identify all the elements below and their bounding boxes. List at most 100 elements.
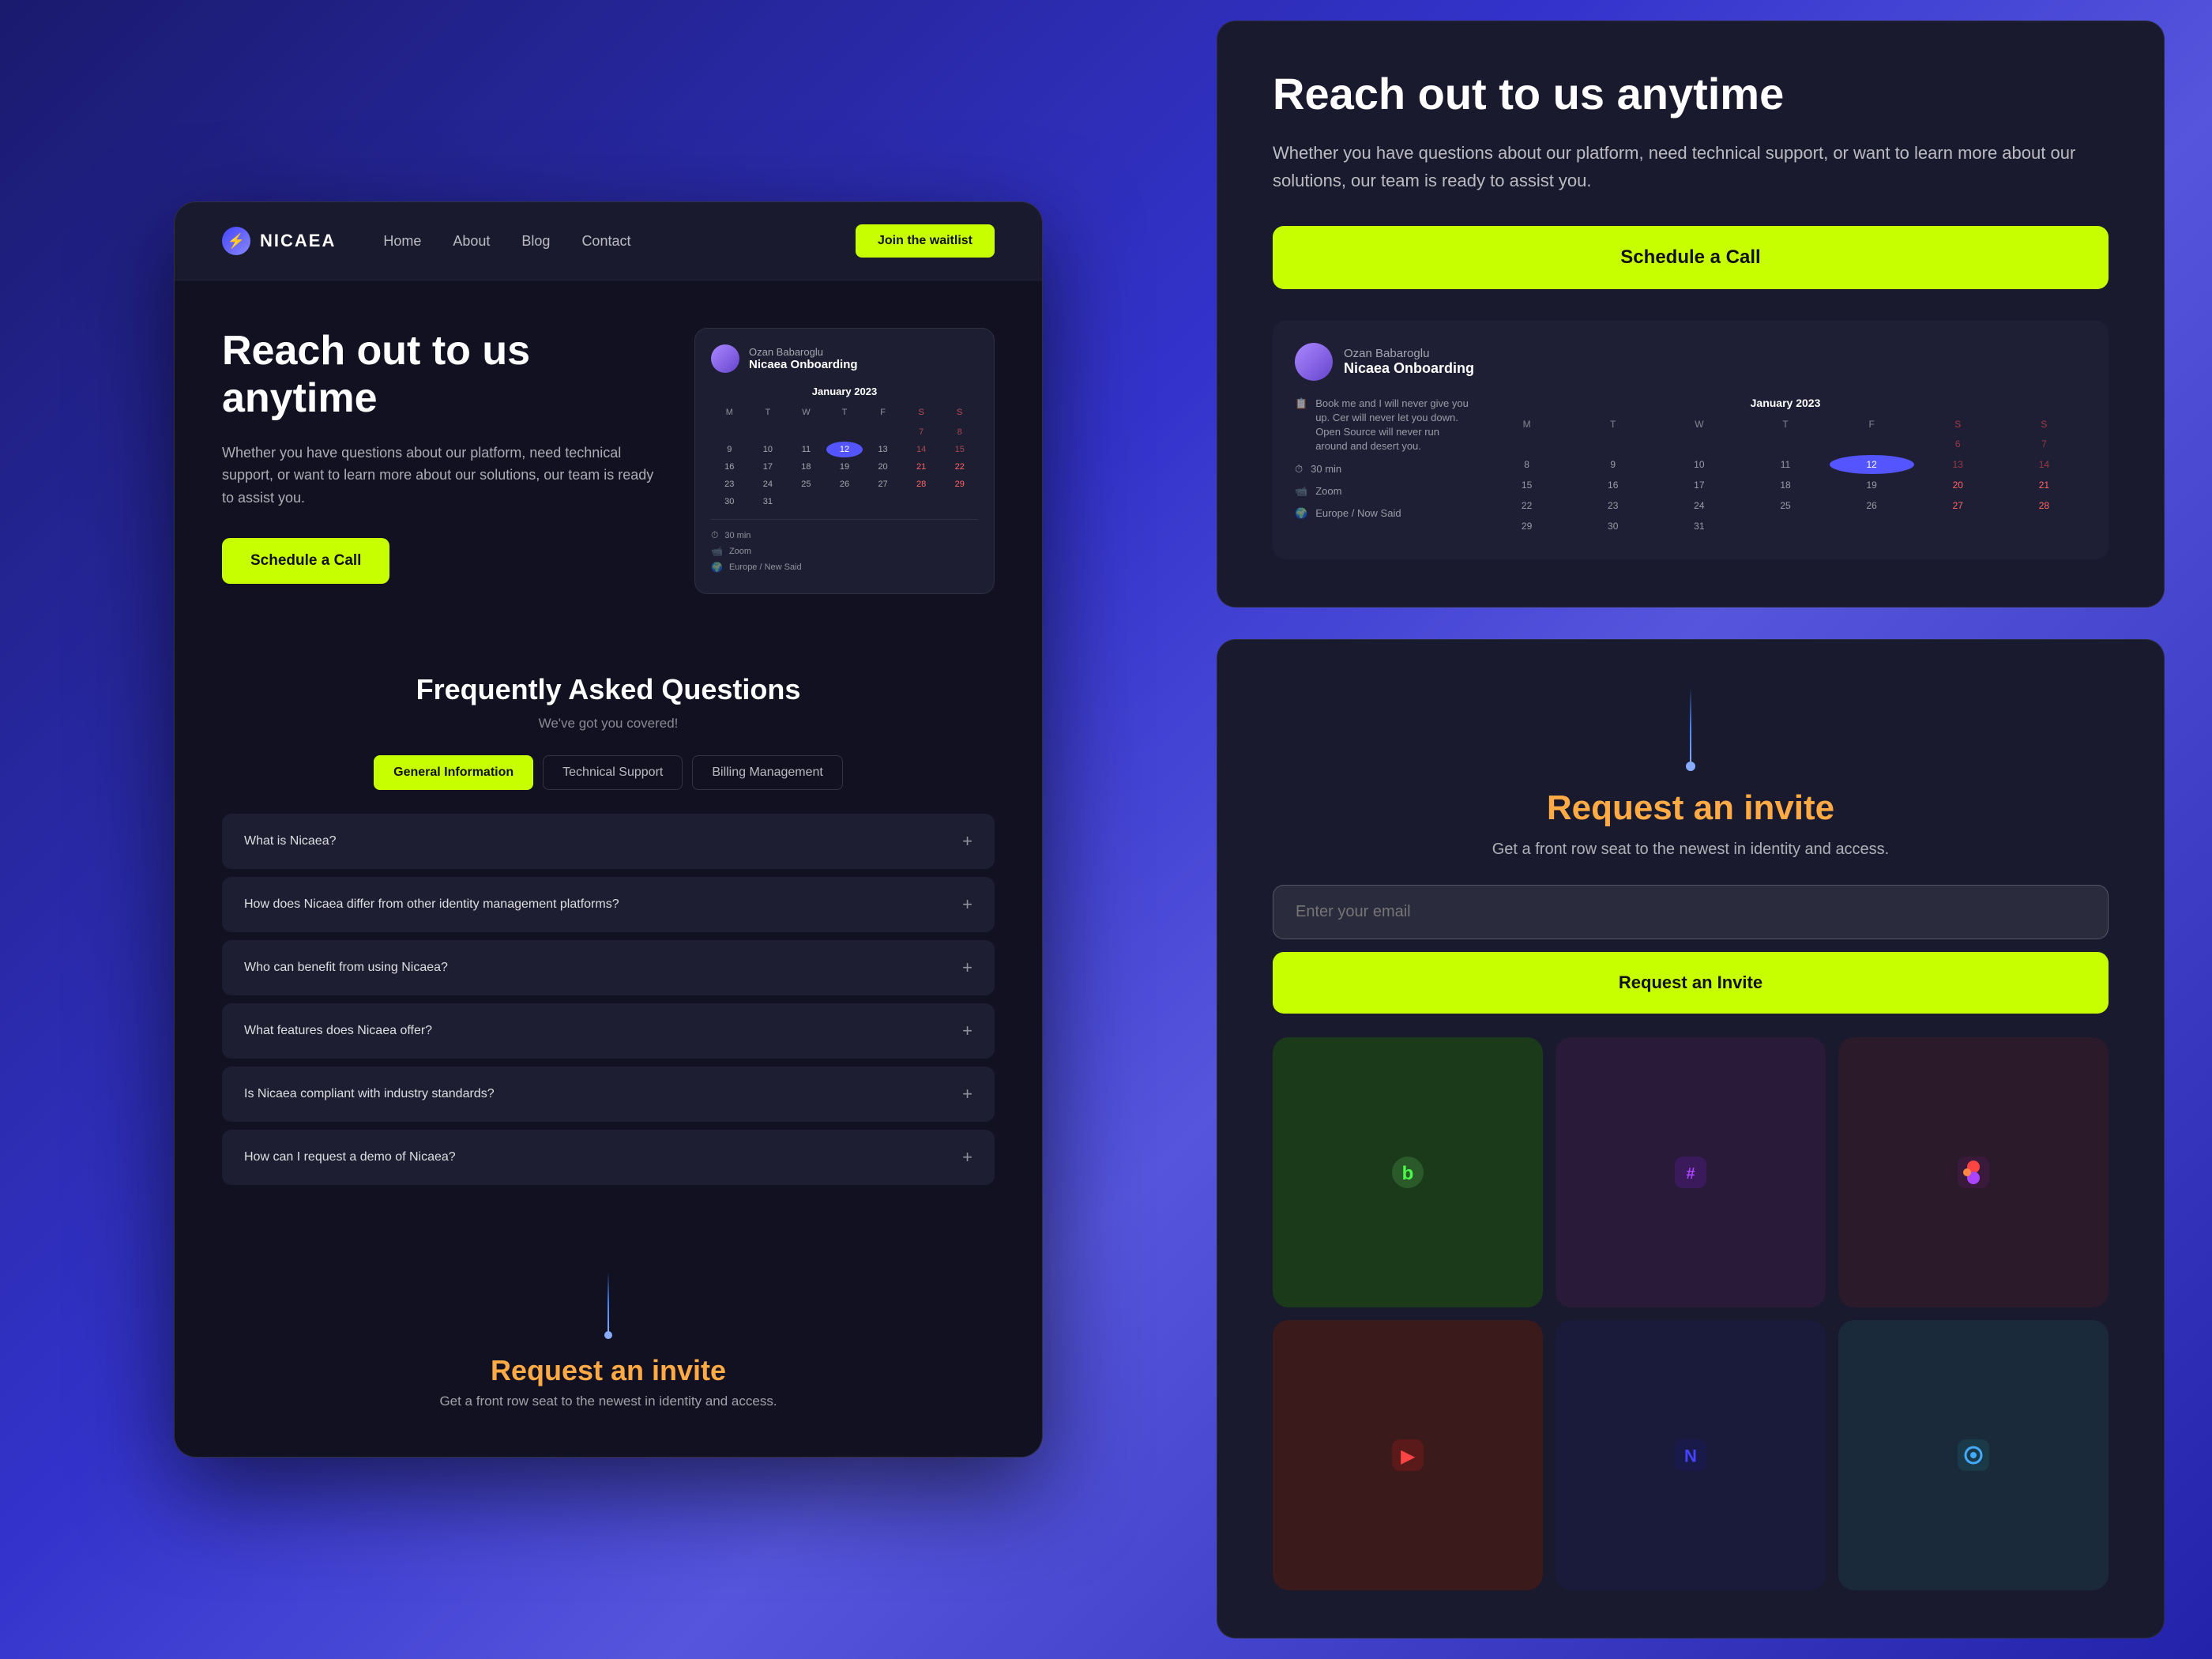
calendar-widget-small: Ozan Babaroglu Nicaea Onboarding January… [694, 328, 995, 594]
lc-cell[interactable]: 10 [1657, 455, 1741, 474]
plus-icon-6: + [962, 1147, 972, 1168]
cal-cell[interactable]: 28 [903, 476, 940, 492]
cal-cell[interactable]: 10 [750, 442, 787, 457]
lc-cell[interactable]: 24 [1657, 496, 1741, 515]
lc-cell[interactable]: 28 [2002, 496, 2086, 515]
cal-cell[interactable]: 24 [750, 476, 787, 492]
hero-schedule-call-button[interactable]: Schedule a Call [222, 538, 389, 584]
lc-cell[interactable]: 18 [1743, 476, 1827, 495]
nav-join-waitlist-button[interactable]: Join the waitlist [856, 224, 995, 258]
cal-avatar [711, 344, 739, 373]
cal-cell[interactable]: 29 [941, 476, 978, 492]
lc-cell[interactable]: 27 [1916, 496, 2000, 515]
lc-avatar [1295, 343, 1333, 381]
cal-cell[interactable]: 15 [941, 442, 978, 457]
nav-home[interactable]: Home [383, 233, 421, 250]
cal-cell[interactable]: 30 [711, 494, 748, 510]
faq-question-1: What is Nicaea? [244, 834, 337, 848]
lc-cell-today[interactable]: 12 [1830, 455, 1914, 474]
nav-blog[interactable]: Blog [521, 233, 550, 250]
lc-cell[interactable]: 25 [1743, 496, 1827, 515]
nav-about[interactable]: About [453, 233, 490, 250]
lc-cell[interactable]: 22 [1484, 496, 1569, 515]
cal-timezone: 🌍 Europe / New Said [711, 562, 978, 573]
lc-desc: 📋 Book me and I will never give you up. … [1295, 397, 1469, 454]
cal-cell[interactable]: 19 [826, 459, 863, 475]
cal-cell[interactable]: 16 [711, 459, 748, 475]
cal-cell[interactable]: 20 [864, 459, 901, 475]
video-icon: 📹 [711, 546, 723, 557]
lc-cell[interactable]: 15 [1484, 476, 1569, 495]
faq-tab-billing[interactable]: Billing Management [692, 755, 843, 790]
reach-out-card: Reach out to us anytime Whether you have… [1217, 21, 2165, 608]
nav-contact[interactable]: Contact [581, 233, 630, 250]
lc-duration: ⏱ 30 min [1295, 462, 1469, 476]
invite-card-title: Request an invite [1547, 788, 1834, 828]
cal-cell[interactable]: 11 [788, 442, 825, 457]
lc-h-t1: T [1571, 419, 1655, 430]
cal-event-title: Nicaea Onboarding [749, 358, 858, 371]
cal-cell[interactable]: 27 [864, 476, 901, 492]
faq-question-2: How does Nicaea differ from other identi… [244, 897, 619, 912]
plus-icon-3: + [962, 957, 972, 978]
cal-cell[interactable]: 7 [903, 424, 940, 440]
faq-item-2[interactable]: How does Nicaea differ from other identi… [222, 877, 995, 932]
cal-cell[interactable]: 18 [788, 459, 825, 475]
faq-question-4: What features does Nicaea offer? [244, 1024, 432, 1038]
lc-cell[interactable]: 16 [1571, 476, 1655, 495]
reach-schedule-call-button[interactable]: Schedule a Call [1273, 226, 2109, 289]
lc-cell[interactable]: 7 [2002, 434, 2086, 453]
faq-tab-general[interactable]: General Information [374, 755, 533, 790]
faq-subtitle: We've got you covered! [222, 716, 995, 732]
cal-cell[interactable]: 17 [750, 459, 787, 475]
cal-cell-today[interactable]: 12 [826, 442, 863, 457]
cal-cell[interactable]: 21 [903, 459, 940, 475]
lc-cell[interactable]: 21 [2002, 476, 2086, 495]
email-input[interactable] [1273, 885, 2109, 939]
lc-cell[interactable]: 19 [1830, 476, 1914, 495]
lc-cell[interactable]: 29 [1484, 517, 1569, 536]
lc-cell[interactable]: 11 [1743, 455, 1827, 474]
lc-cell[interactable]: 23 [1571, 496, 1655, 515]
nav-links: Home About Blog Contact [383, 233, 630, 250]
faq-item-1[interactable]: What is Nicaea? + [222, 814, 995, 869]
cal-cell[interactable]: 8 [941, 424, 978, 440]
cal-cell [826, 424, 863, 440]
faq-tab-technical[interactable]: Technical Support [543, 755, 683, 790]
lc-cell[interactable]: 20 [1916, 476, 2000, 495]
cal-h-w: W [788, 405, 825, 419]
faq-item-5[interactable]: Is Nicaea compliant with industry standa… [222, 1066, 995, 1122]
lc-cell[interactable]: 9 [1571, 455, 1655, 474]
faq-item-3[interactable]: Who can benefit from using Nicaea? + [222, 940, 995, 995]
cal-cell[interactable]: 14 [903, 442, 940, 457]
logo: ⚡ NICAEA [222, 227, 336, 255]
plus-icon-1: + [962, 831, 972, 852]
request-invite-button[interactable]: Request an Invite [1273, 952, 2109, 1014]
lc-h-m: M [1484, 419, 1569, 430]
right-panel: Reach out to us anytime Whether you have… [1217, 0, 2212, 1659]
faq-item-4[interactable]: What features does Nicaea offer? + [222, 1003, 995, 1059]
app-icon-g [1838, 1320, 2109, 1590]
cal-grid: M T W T F S S 7 8 [711, 405, 978, 510]
svg-text:▶: ▶ [1401, 1446, 1416, 1465]
faq-title: Frequently Asked Questions [222, 673, 995, 706]
lc-cell[interactable]: 30 [1571, 517, 1655, 536]
lc-cell[interactable]: 6 [1916, 434, 2000, 453]
lc-cell[interactable]: 26 [1830, 496, 1914, 515]
lc-cell[interactable]: 14 [2002, 455, 2086, 474]
cal-cell[interactable]: 9 [711, 442, 748, 457]
lc-cell[interactable]: 17 [1657, 476, 1741, 495]
lc-cell[interactable]: 13 [1916, 455, 2000, 474]
cal-cell[interactable]: 26 [826, 476, 863, 492]
cal-cell[interactable]: 13 [864, 442, 901, 457]
reach-title: Reach out to us anytime [1273, 69, 2109, 119]
cal-cell[interactable]: 25 [788, 476, 825, 492]
lc-cell[interactable]: 31 [1657, 517, 1741, 536]
faq-item-6[interactable]: How can I request a demo of Nicaea? + [222, 1130, 995, 1185]
cal-cell[interactable]: 31 [750, 494, 787, 510]
cal-cell[interactable]: 23 [711, 476, 748, 492]
cal-details: ⏱ 30 min 📹 Zoom 🌍 Europe / New Said [711, 519, 978, 573]
lc-cell[interactable]: 8 [1484, 455, 1569, 474]
cal-cell[interactable]: 22 [941, 459, 978, 475]
cal-h-t2: T [826, 405, 863, 419]
